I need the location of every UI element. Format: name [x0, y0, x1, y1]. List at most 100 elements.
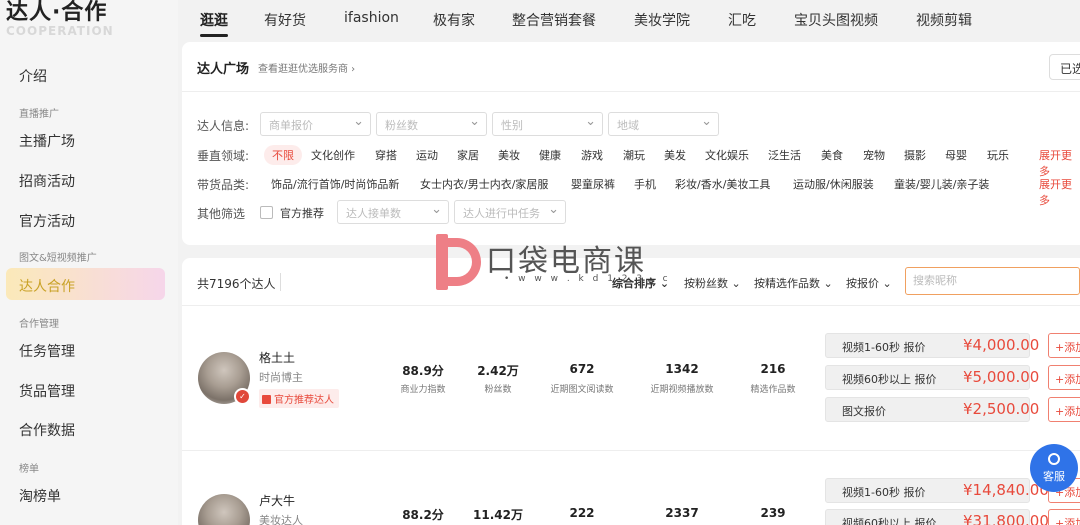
chevron-down-icon: ⌄ [431, 202, 442, 217]
sidebar-group-ranking: 榜单 [19, 464, 39, 475]
vertical-tag[interactable]: 运动 [416, 147, 438, 163]
official-recommend-badge: 官方推荐达人 [259, 389, 339, 408]
vertical-expand-link[interactable]: 展开更多 [1039, 147, 1080, 179]
official-recommend-checkbox[interactable] [260, 206, 273, 219]
vertical-tag[interactable]: 玩乐 [987, 147, 1009, 163]
goods-tag[interactable]: 饰品/流行首饰/时尚饰品新 [271, 176, 399, 192]
vertical-tag[interactable]: 游戏 [581, 147, 603, 163]
avatar[interactable]: ✓ [198, 352, 251, 405]
sidebar: 达人·合作 COOPERATION 介绍 直播推广 主播广场 招商活动 官方活动… [0, 0, 178, 525]
price-label: 视频1-60秒 报价 [842, 341, 926, 354]
sidebar-item-taobao-ranking[interactable]: 淘榜单 [19, 486, 61, 506]
vertical-tag[interactable]: 潮玩 [623, 147, 645, 163]
sidebar-item-intro[interactable]: 介绍 [19, 66, 47, 86]
goods-tag[interactable]: 婴童尿裤 [571, 176, 615, 192]
vertical-tag[interactable]: 美妆 [498, 147, 520, 163]
tab-video-editing[interactable]: 视频剪辑 [916, 10, 972, 30]
vertical-tag[interactable]: 母婴 [945, 147, 967, 163]
kol-type: 美妆达人 [259, 514, 303, 525]
other-filter-label: 其他筛选 [197, 207, 246, 221]
vertical-tag-unlimited[interactable]: 不限 [264, 145, 302, 165]
tab-product-video[interactable]: 宝贝头图视频 [794, 10, 878, 30]
sort-by-featured-works[interactable]: 按精选作品数 ⌄ [754, 275, 833, 291]
tab-marketing-package[interactable]: 整合营销套餐 [512, 10, 596, 30]
add-button[interactable]: +添加 [1048, 397, 1080, 422]
tab-beauty-academy[interactable]: 美妆学院 [634, 10, 690, 30]
goods-tag[interactable]: 彩妆/香水/美妆工具 [675, 176, 770, 192]
fans-dropdown[interactable]: 粉丝数 ⌄ [376, 112, 487, 136]
customer-service-button[interactable]: 客服 [1030, 444, 1078, 492]
goods-expand-link[interactable]: 展开更多 [1039, 176, 1080, 208]
price-row: 视频1-60秒 报价 ¥4,000.00 [825, 333, 1039, 358]
price-label: 图文报价 [842, 405, 886, 418]
goods-tag[interactable]: 运动服/休闲服装 [793, 176, 874, 192]
top-tab-bar: 逛逛 有好货 ifashion 极有家 整合营销套餐 美妆学院 汇吃 宝贝头图视… [178, 0, 1080, 40]
tab-jiyoujia[interactable]: 极有家 [433, 10, 475, 30]
nickname-search-input[interactable] [913, 268, 1073, 292]
vertical-tag[interactable]: 文化创作 [311, 147, 355, 163]
price-value: ¥31,800.00 [963, 512, 1049, 525]
chevron-down-icon: ⌄ [548, 202, 559, 217]
stat-label: 近期视频播放数 [650, 385, 714, 395]
service-provider-link[interactable]: 查看逛逛优选服务商 › [258, 60, 355, 75]
quote-dropdown[interactable]: 商单报价 ⌄ [260, 112, 371, 136]
vertical-tag[interactable]: 美发 [664, 147, 686, 163]
add-button[interactable]: +添加 [1048, 509, 1080, 525]
goods-tag[interactable]: 女士内衣/男士内衣/家居服 [420, 176, 548, 192]
sort-by-featured-works-label: 按精选作品数 [754, 277, 820, 290]
avatar[interactable] [198, 494, 250, 525]
selected-button[interactable]: 已选 [1049, 54, 1080, 80]
quote-dropdown-placeholder: 商单报价 [269, 119, 313, 132]
gender-dropdown-placeholder: 性别 [501, 119, 523, 132]
vertical-tag[interactable]: 美食 [821, 147, 843, 163]
sidebar-item-official-events[interactable]: 官方活动 [19, 211, 75, 231]
price-label: 视频1-60秒 报价 [842, 486, 926, 499]
vertical-tag[interactable]: 文化娱乐 [705, 147, 749, 163]
price-value: ¥5,000.00 [963, 368, 1040, 386]
filter-panel: 达人广场 查看逛逛优选服务商 › 已选 达人信息: 商单报价 ⌄ 粉丝数 ⌄ 性… [182, 42, 1080, 245]
chevron-down-icon: ⌄ [469, 114, 480, 129]
goods-tag[interactable]: 手机 [634, 176, 656, 192]
sidebar-item-merchant-events[interactable]: 招商活动 [19, 171, 75, 191]
vertical-tag[interactable]: 家居 [457, 147, 479, 163]
brand-logo: 达人·合作 COOPERATION [6, 0, 114, 38]
watermark-url: • w w w . k d 1 2 3 . c [504, 274, 671, 284]
nickname-search[interactable] [905, 267, 1080, 295]
badge-icon [262, 395, 271, 404]
vertical-tag[interactable]: 健康 [539, 147, 561, 163]
ongoing-tasks-dropdown[interactable]: 达人进行中任务 ⌄ [454, 200, 566, 224]
sidebar-item-task-mgmt[interactable]: 任务管理 [19, 341, 75, 361]
vertical-tag[interactable]: 穿搭 [375, 147, 397, 163]
vertical-tag[interactable]: 宠物 [863, 147, 885, 163]
gender-dropdown[interactable]: 性别 ⌄ [492, 112, 603, 136]
region-dropdown[interactable]: 地域 ⌄ [608, 112, 719, 136]
sort-by-price[interactable]: 按报价 ⌄ [846, 275, 892, 291]
add-button[interactable]: +添加 [1048, 365, 1080, 390]
stat-video-plays: 1342 [665, 362, 699, 376]
stat-featured-works: 216 [760, 362, 786, 376]
tab-ifashion[interactable]: ifashion [344, 10, 399, 26]
orders-count-dropdown[interactable]: 达人接单数 ⌄ [337, 200, 449, 224]
divider [280, 273, 281, 291]
sidebar-item-cooperation-data[interactable]: 合作数据 [19, 420, 75, 440]
add-button[interactable]: +添加 [1048, 333, 1080, 358]
kol-name[interactable]: 格土土 [259, 349, 295, 366]
tab-guangguang[interactable]: 逛逛 [200, 10, 228, 30]
sidebar-item-goods-mgmt[interactable]: 货品管理 [19, 381, 75, 401]
logo-sub-text: COOPERATION [6, 24, 114, 38]
vertical-tag[interactable]: 摄影 [904, 147, 926, 163]
tab-huichi[interactable]: 汇吃 [728, 10, 756, 30]
sort-by-fans[interactable]: 按粉丝数 ⌄ [684, 275, 741, 291]
vertical-tag[interactable]: 泛生活 [768, 147, 801, 163]
page-title: 达人广场 [197, 62, 250, 77]
sidebar-item-anchor-square[interactable]: 主播广场 [19, 131, 75, 151]
kol-name[interactable]: 卢大牛 [259, 492, 295, 509]
sidebar-item-kol-cooperation[interactable]: 达人合作 [19, 276, 75, 296]
chevron-down-icon: ⌄ [585, 114, 596, 129]
tab-youhaohuo[interactable]: 有好货 [264, 10, 306, 30]
verified-icon: ✓ [234, 388, 251, 405]
sort-by-price-label: 按报价 [846, 277, 879, 290]
goods-tag[interactable]: 童装/婴儿装/亲子装 [894, 176, 989, 192]
stat-article-reads: 672 [569, 362, 595, 376]
chevron-down-icon: ⌄ [701, 114, 712, 129]
